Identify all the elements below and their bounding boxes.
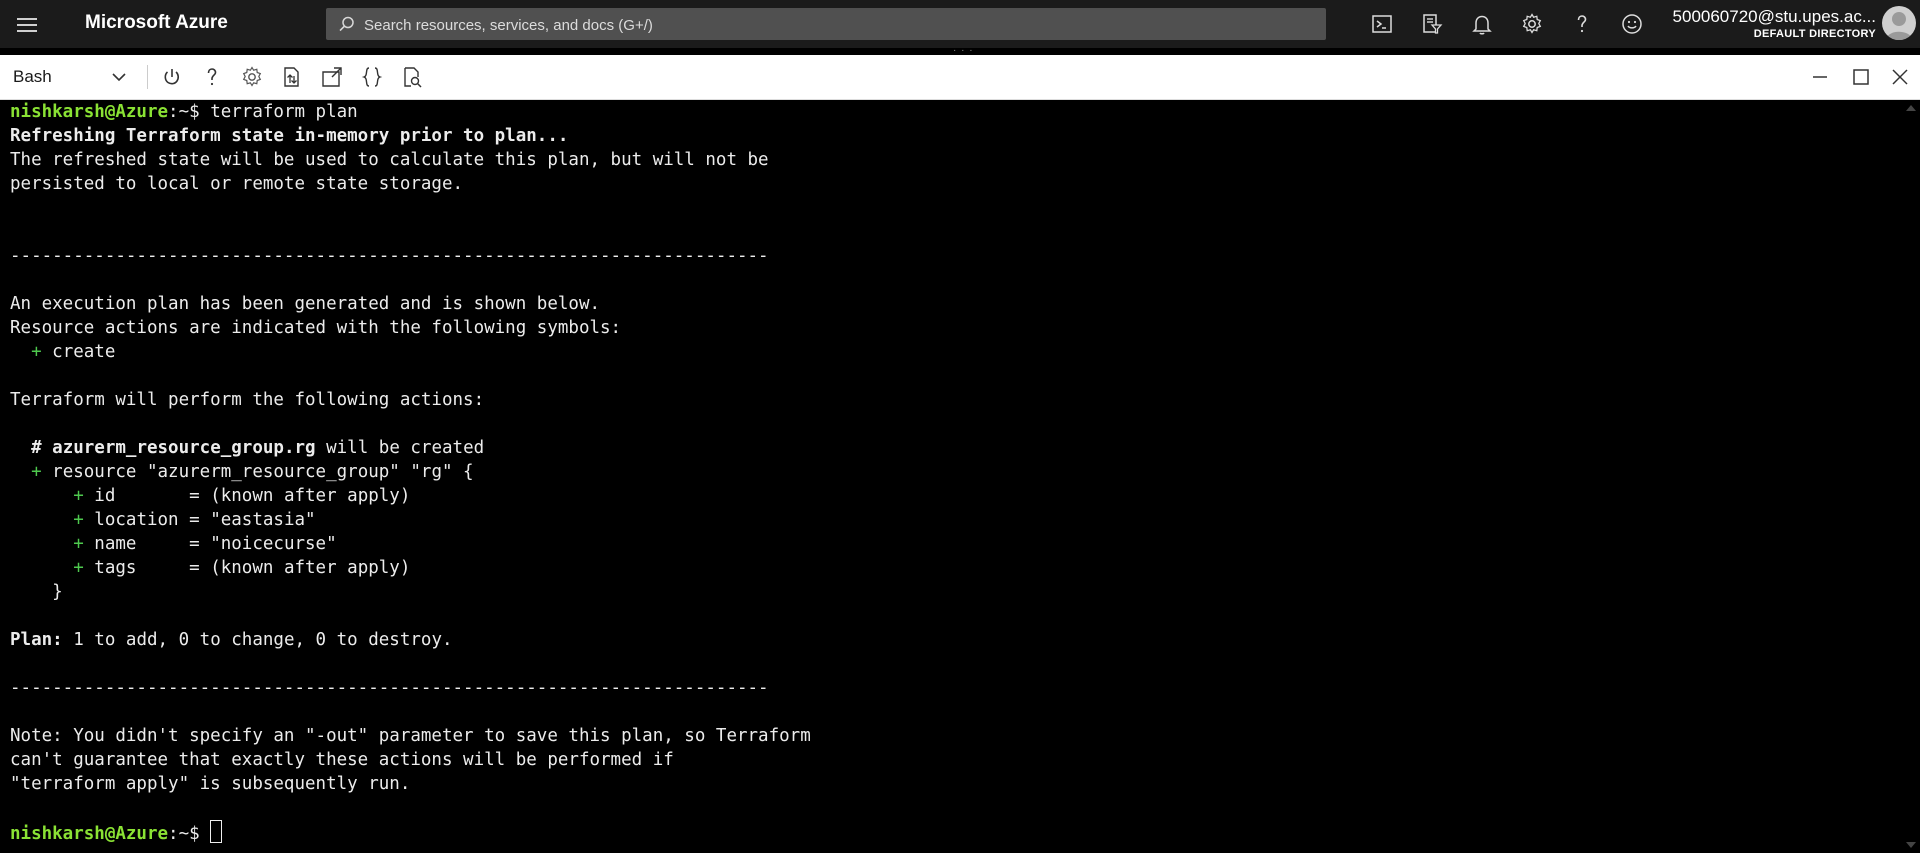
terminal-line: Terraform will perform the following act…: [10, 390, 485, 410]
open-new-session-icon[interactable]: [320, 65, 344, 89]
resource-address: azurerm_resource_group.rg: [52, 438, 316, 458]
cloud-shell-toolbar: Bash: [0, 55, 1920, 100]
separator-line: ----------------------------------------…: [10, 246, 769, 266]
scroll-up-arrow-icon[interactable]: [1906, 105, 1916, 111]
chevron-down-icon: [112, 73, 126, 82]
prompt-line[interactable]: nishkarsh@Azure:~$: [10, 820, 223, 844]
terminal-cursor[interactable]: [210, 820, 223, 843]
create-label: create: [41, 342, 116, 362]
attribute-line: + name = "noicecurse": [10, 532, 337, 556]
gear-icon[interactable]: [1520, 12, 1544, 36]
upload-download-icon[interactable]: [280, 65, 304, 89]
settings-icon[interactable]: [240, 65, 264, 89]
attribute-line: + tags = (known after apply): [10, 556, 410, 580]
attribute-text: name = "noicecurse": [83, 534, 337, 554]
cloud-shell-icon[interactable]: [1370, 12, 1394, 36]
terminal-line: The refreshed state will be used to calc…: [10, 150, 769, 170]
attribute-text: tags = (known after apply): [83, 558, 411, 578]
plus-symbol: +: [31, 342, 42, 362]
attribute-text: id = (known after apply): [83, 486, 411, 506]
plus-symbol: +: [73, 510, 84, 530]
plan-label: Plan:: [10, 630, 63, 650]
prompt-user: nishkarsh@Azure: [10, 102, 169, 122]
terminal-scrollbar[interactable]: [1902, 100, 1920, 853]
power-icon[interactable]: [160, 65, 184, 89]
account-email: 500060720@stu.upes.ac...: [1672, 7, 1876, 26]
terminal-line: Note: You didn't specify an "-out" param…: [10, 726, 811, 746]
plan-summary: 1 to add, 0 to change, 0 to destroy.: [62, 630, 453, 650]
comment-hash: #: [31, 438, 53, 458]
closing-brace: }: [52, 582, 63, 602]
prompt-path: :~$: [168, 102, 211, 122]
scroll-down-arrow-icon[interactable]: [1906, 842, 1916, 848]
command-text: terraform plan: [210, 102, 358, 122]
plan-summary-line: Plan: 1 to add, 0 to change, 0 to destro…: [10, 628, 453, 652]
search-icon: [339, 16, 354, 32]
feedback-smiley-icon[interactable]: [1620, 12, 1644, 36]
separator-line: ----------------------------------------…: [10, 678, 769, 698]
attribute-line: + id = (known after apply): [10, 484, 410, 508]
terminal-line: }: [10, 580, 63, 604]
terminal-line: "terraform apply" is subsequently run.: [10, 774, 411, 794]
will-be-created: will be created: [315, 438, 485, 458]
search-input[interactable]: [362, 8, 1316, 42]
global-search[interactable]: [326, 8, 1326, 42]
attribute-line: + location = "eastasia": [10, 508, 316, 532]
bell-icon[interactable]: [1470, 12, 1494, 36]
terminal-line: + resource "azurerm_resource_group" "rg"…: [10, 460, 474, 484]
plus-symbol: +: [73, 558, 84, 578]
plus-symbol: +: [73, 486, 84, 506]
attribute-text: location = "eastasia": [83, 510, 316, 530]
account-menu[interactable]: 500060720@stu.upes.ac... DEFAULT DIRECTO…: [1673, 7, 1876, 41]
azure-top-bar: Microsoft Azure 500060720@stu.upes.ac...…: [0, 0, 1920, 48]
web-preview-icon[interactable]: [400, 65, 424, 89]
minimize-icon[interactable]: [1808, 65, 1832, 89]
terminal-line: Refreshing Terraform state in-memory pri…: [10, 126, 569, 146]
shell-type-select[interactable]: Bash: [0, 55, 138, 99]
terminal-line: persisted to local or remote state stora…: [10, 174, 464, 194]
avatar[interactable]: [1882, 6, 1916, 40]
prompt-path: :~$: [168, 824, 211, 844]
shell-type-label: Bash: [13, 67, 52, 86]
terminal-line: can't guarantee that exactly these actio…: [10, 750, 674, 770]
toolbar-divider: [147, 65, 148, 89]
hamburger-menu-icon[interactable]: [17, 14, 43, 34]
terminal-line: An execution plan has been generated and…: [10, 294, 601, 314]
maximize-icon[interactable]: [1849, 65, 1873, 89]
terminal-line: + create: [10, 340, 115, 364]
account-directory: DEFAULT DIRECTORY: [1753, 28, 1876, 40]
terminal-line: # azurerm_resource_group.rg will be crea…: [10, 436, 484, 460]
terminal-line: nishkarsh@Azure:~$ terraform plan: [10, 100, 358, 124]
terminal-line: Resource actions are indicated with the …: [10, 318, 622, 338]
plus-symbol: +: [31, 462, 42, 482]
directory-filter-icon[interactable]: [1420, 12, 1444, 36]
editor-braces-icon[interactable]: [360, 65, 384, 89]
help-icon[interactable]: [200, 65, 224, 89]
prompt-user: nishkarsh@Azure: [10, 824, 169, 844]
close-icon[interactable]: [1888, 65, 1912, 89]
plus-symbol: +: [73, 534, 84, 554]
resource-declaration: resource "azurerm_resource_group" "rg" {: [41, 462, 474, 482]
terminal-output[interactable]: nishkarsh@Azure:~$ terraform plan Refres…: [0, 100, 1902, 853]
help-icon[interactable]: [1570, 12, 1594, 36]
portal-brand[interactable]: Microsoft Azure: [85, 12, 228, 34]
user-avatar-icon: [1886, 12, 1912, 40]
